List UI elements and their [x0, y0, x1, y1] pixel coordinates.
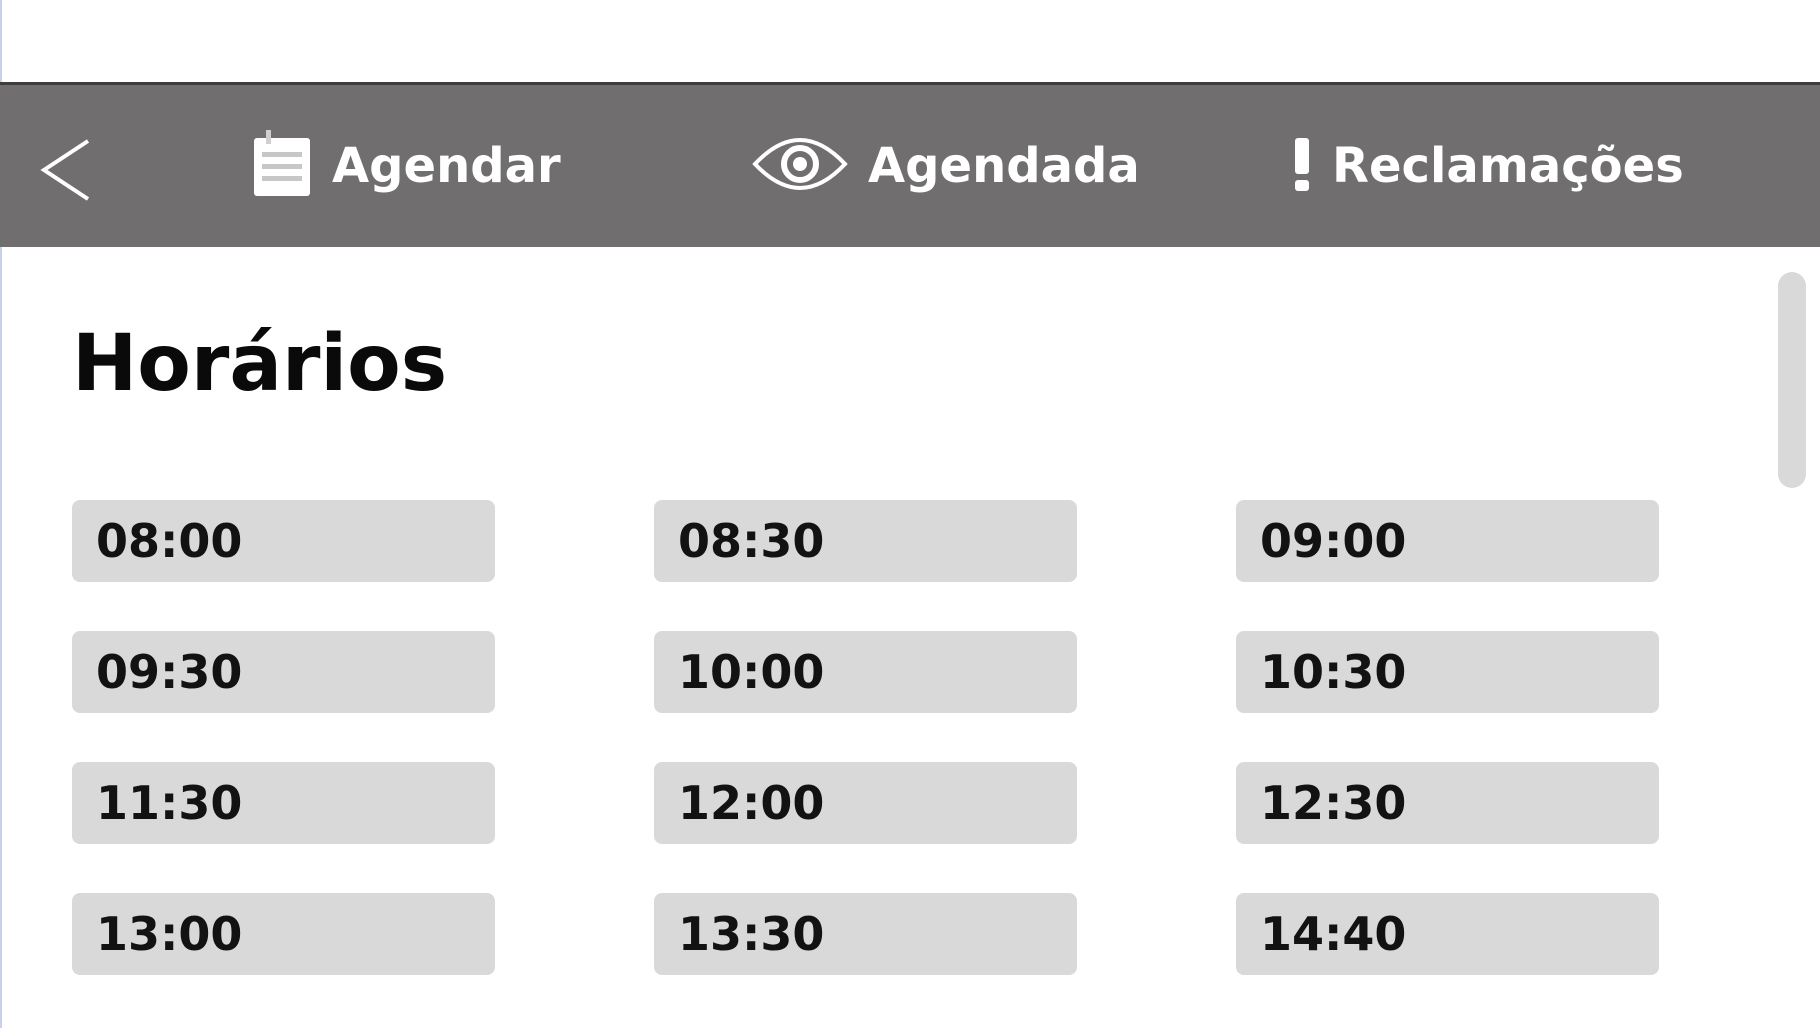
notepad-icon — [252, 130, 312, 202]
exclamation-icon — [1292, 136, 1312, 196]
time-slot-button[interactable]: 12:00 — [654, 762, 1077, 844]
time-slot-button[interactable]: 14:40 — [1236, 893, 1659, 975]
time-slot-grid: 08:00 08:30 09:00 09:30 10:00 10:30 11:3… — [72, 500, 1659, 975]
time-slot-button[interactable]: 09:00 — [1236, 500, 1659, 582]
nav-item-agendar[interactable]: Agendar — [252, 85, 561, 247]
time-slot-button[interactable]: 08:00 — [72, 500, 495, 582]
time-slot-button[interactable]: 08:30 — [654, 500, 1077, 582]
time-slot-button[interactable]: 11:30 — [72, 762, 495, 844]
time-slot-button[interactable]: 13:30 — [654, 893, 1077, 975]
vertical-scrollbar-thumb[interactable] — [1778, 272, 1806, 488]
nav-item-label: Agendar — [332, 138, 561, 194]
time-slot-button[interactable]: 09:30 — [72, 631, 495, 713]
nav-item-label: Reclamações — [1332, 138, 1684, 194]
time-slot-button[interactable]: 13:00 — [72, 893, 495, 975]
app-screen: Agendar Agendada Reclamações Horários 08… — [0, 0, 1820, 1028]
top-navigation-bar: Agendar Agendada Reclamações — [0, 82, 1820, 247]
page-title: Horários — [72, 319, 448, 409]
eye-icon — [752, 134, 848, 198]
time-slot-button[interactable]: 10:30 — [1236, 631, 1659, 713]
nav-item-reclamacoes[interactable]: Reclamações — [1292, 85, 1684, 247]
back-button[interactable] — [38, 137, 98, 203]
time-slot-button[interactable]: 10:00 — [654, 631, 1077, 713]
nav-item-agendada[interactable]: Agendada — [752, 85, 1140, 247]
chevron-left-icon — [40, 139, 90, 201]
time-slot-button[interactable]: 12:30 — [1236, 762, 1659, 844]
nav-item-label: Agendada — [868, 138, 1140, 194]
